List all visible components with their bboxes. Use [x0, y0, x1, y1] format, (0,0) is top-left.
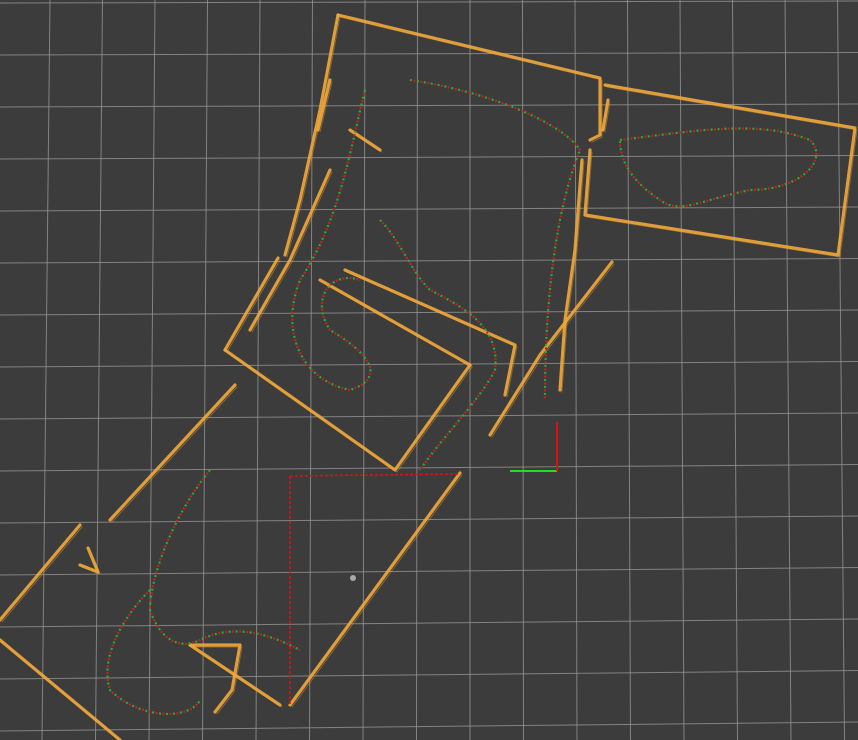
wall-noise — [291, 474, 463, 708]
grid-line-horizontal — [0, 155, 858, 160]
wall-segment — [223, 256, 280, 352]
grid-line-horizontal — [0, 0, 858, 4]
trajectory-red — [106, 589, 201, 716]
map-viewport[interactable] — [0, 0, 858, 740]
wall-segment — [0, 523, 82, 622]
grid-line-vertical — [732, 0, 738, 740]
grid-line-horizontal — [0, 258, 858, 264]
wall-noise — [321, 281, 473, 368]
wall-noise — [351, 131, 383, 153]
trajectory-paths — [106, 78, 818, 716]
grid-line-vertical — [95, 0, 103, 740]
trajectory-green — [148, 469, 301, 651]
grid-line-vertical — [362, 0, 366, 740]
grid-line-vertical — [574, 0, 578, 740]
grid-line-vertical — [255, 0, 261, 740]
wall-segment — [558, 158, 584, 392]
wall-segment — [188, 643, 242, 714]
wall-segment — [488, 260, 614, 437]
grid-line-horizontal — [0, 361, 858, 368]
point-cloud-walls — [0, 13, 858, 740]
grid-line-horizontal — [0, 412, 858, 420]
wall-segment — [78, 546, 100, 574]
grid-line-horizontal — [0, 721, 858, 732]
grid-line-vertical — [784, 0, 792, 740]
map-canvas[interactable] — [0, 0, 858, 740]
trajectory-red — [148, 469, 301, 651]
wall-segment — [583, 83, 857, 257]
trajectory-green — [106, 589, 201, 716]
wall-noise — [111, 386, 238, 523]
ground-grid — [0, 0, 858, 740]
grid-line-horizontal — [0, 567, 858, 576]
grid-line-horizontal — [0, 464, 858, 472]
wall-segment — [108, 383, 237, 522]
grid-line-horizontal — [0, 206, 858, 212]
wall-segment — [288, 471, 462, 707]
grid-line-vertical — [416, 0, 418, 740]
axis-x-dotted — [289, 473, 461, 477]
grid-line-horizontal — [0, 309, 858, 316]
grid-line-vertical — [41, 0, 51, 740]
grid-line-vertical — [202, 0, 208, 740]
grid-line-vertical — [837, 0, 845, 740]
grid-line-vertical — [148, 0, 156, 740]
grid-line-vertical — [627, 0, 631, 740]
grid-line-horizontal — [0, 618, 858, 628]
wall-segment — [248, 168, 332, 332]
wall-segment — [223, 348, 472, 472]
robot-marker-icon — [350, 575, 356, 581]
grid-line-vertical — [679, 0, 685, 740]
grid-line-horizontal — [0, 670, 858, 680]
wall-noise — [339, 16, 603, 143]
wall-noise — [491, 263, 615, 438]
wall-segment — [336, 13, 602, 142]
wall-noise — [226, 259, 281, 353]
grid-line-horizontal — [0, 52, 858, 56]
